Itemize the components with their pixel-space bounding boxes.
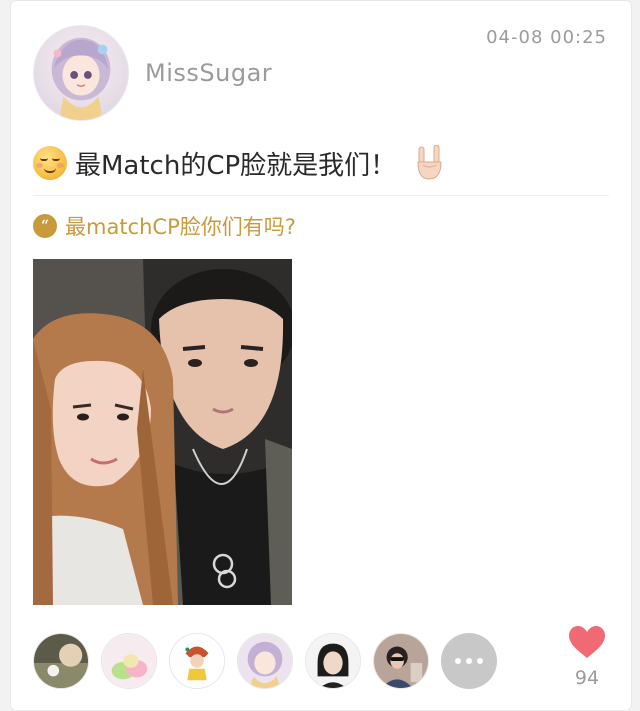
heart-icon[interactable] (568, 625, 606, 659)
author-avatar[interactable] (33, 25, 129, 121)
post-title-text: 最Match的CP脸就是我们！ (75, 150, 397, 181)
post-timestamp: 04-08 00:25 (486, 27, 607, 48)
topic-link[interactable]: “ 最matchCP脸你们有吗? (33, 211, 296, 241)
post-photo[interactable] (33, 259, 292, 605)
likers-row (33, 633, 497, 689)
author-username[interactable]: MissSugar (145, 59, 272, 87)
relieved-face-emoji-icon (33, 146, 67, 180)
rock-on-hand-emoji-icon (417, 145, 442, 180)
liker-avatar-5[interactable] (305, 633, 361, 689)
liker-avatar-4[interactable] (237, 633, 293, 689)
liker-avatar-2[interactable] (101, 633, 157, 689)
post-card: MissSugar 04-08 00:25 最Match的CP脸就是我们！ “ … (10, 0, 632, 711)
like-button[interactable]: 94 (565, 625, 609, 689)
post-title-row: 最Match的CP脸就是我们！ (33, 143, 444, 183)
quote-bubble-icon: “ (33, 214, 57, 238)
title-divider (33, 195, 609, 196)
like-count: 94 (574, 667, 600, 689)
liker-avatar-1[interactable] (33, 633, 89, 689)
more-dots-icon[interactable] (441, 633, 497, 689)
liker-avatar-3[interactable] (169, 633, 225, 689)
liker-avatar-6[interactable] (373, 633, 429, 689)
topic-text: 最matchCP脸你们有吗? (65, 215, 296, 239)
